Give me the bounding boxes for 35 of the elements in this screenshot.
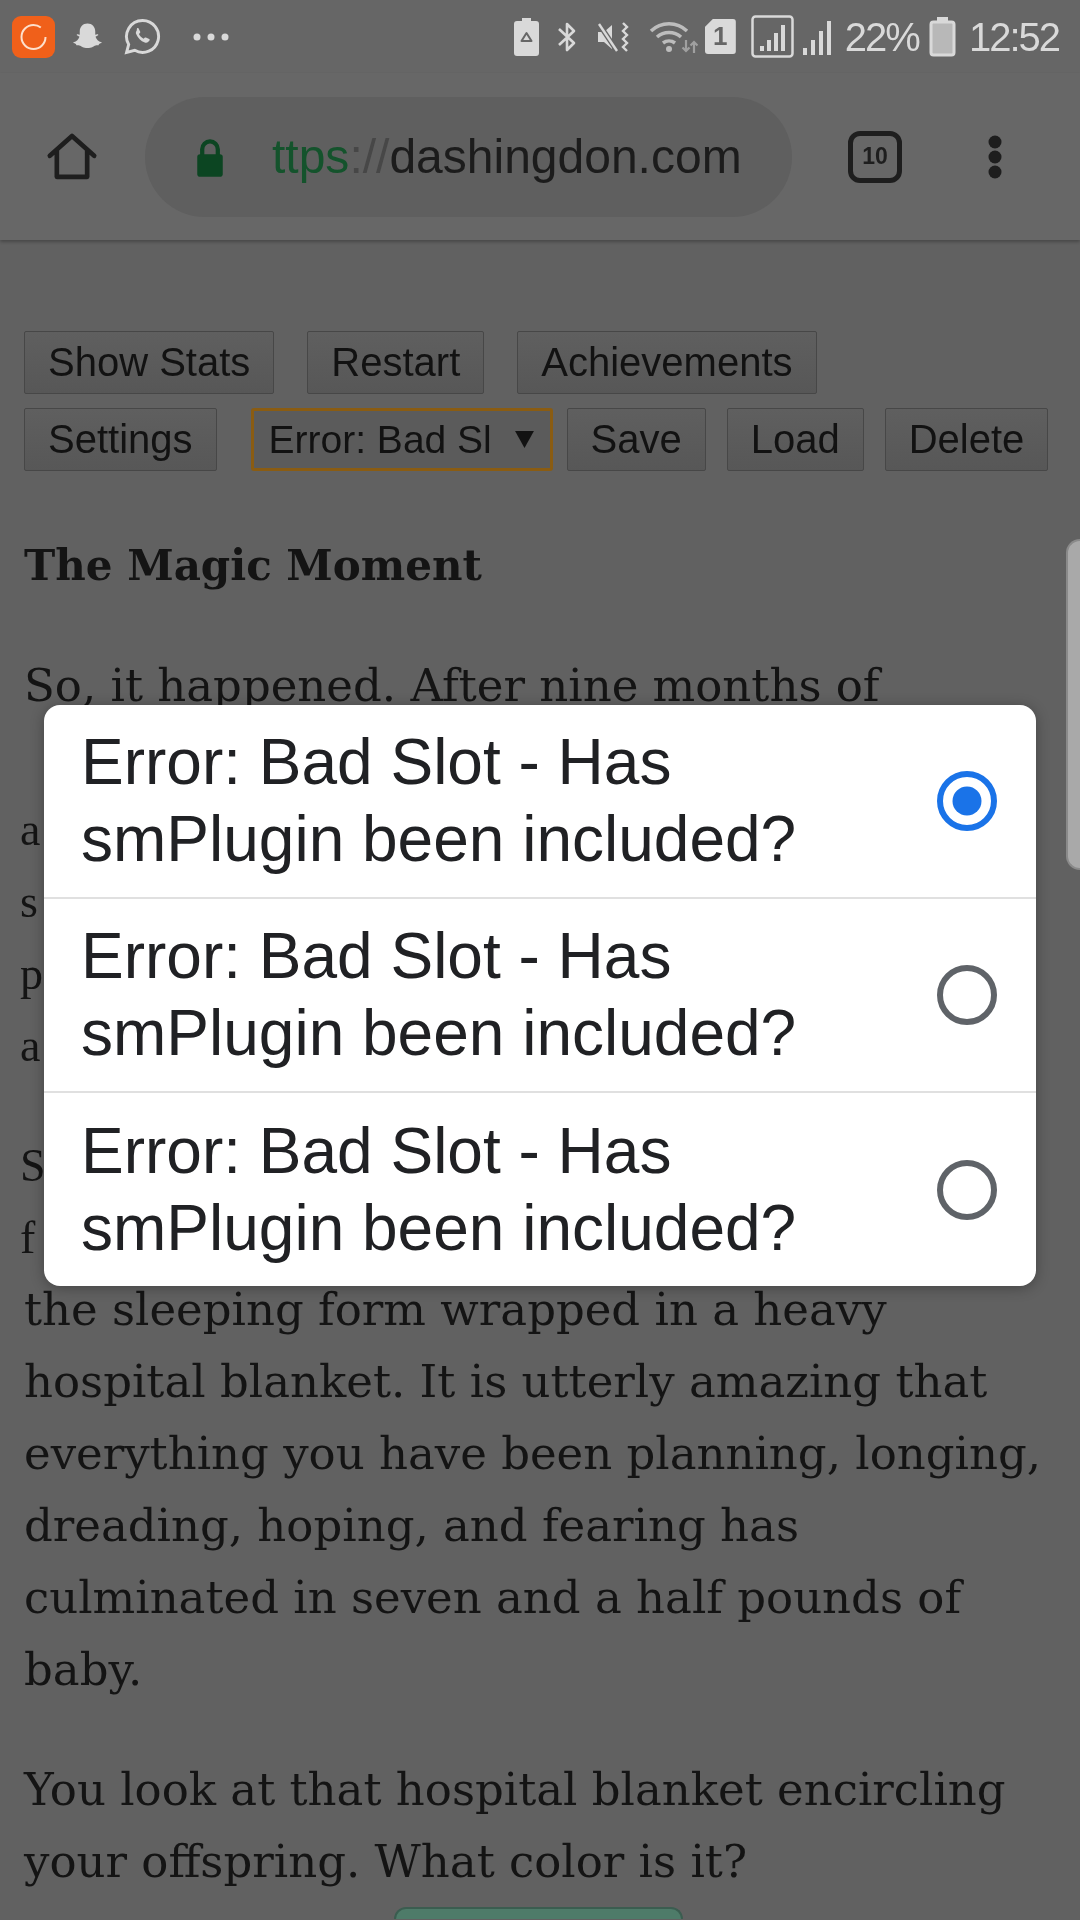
text-fragment: a	[20, 1019, 41, 1073]
text-fragment: s	[20, 875, 38, 929]
signal-icon	[750, 15, 794, 58]
battery-saver-icon	[513, 17, 539, 56]
battery-percent: 22%	[844, 13, 919, 60]
game-button[interactable]: Save	[566, 408, 706, 471]
story-title: The Magic Moment	[24, 540, 482, 592]
game-button[interactable]: Achievements	[517, 331, 817, 394]
radio-icon[interactable]	[937, 1159, 997, 1220]
menu-icon[interactable]	[988, 134, 1002, 179]
caret-icon	[514, 431, 534, 448]
story-text: You look at that hospital blanket encircling your offspring. What color is it?	[24, 1762, 1006, 1890]
slot-option[interactable]: Error: Bad Slot - Has smPlugin been included?	[44, 705, 1036, 899]
sim-slot-badge: 1	[704, 19, 736, 54]
more-icon	[193, 32, 229, 41]
app-icon	[12, 15, 55, 58]
game-button[interactable]: Show Stats	[24, 331, 275, 394]
phone-bubble-icon	[123, 17, 162, 56]
game-button[interactable]: Delete	[884, 408, 1049, 471]
text-fragment: a	[20, 803, 41, 857]
tab-switcher-button[interactable]: 10	[848, 130, 902, 183]
game-button[interactable]: Load	[726, 408, 864, 471]
clock: 12:52	[968, 13, 1059, 60]
game-button[interactable]: Restart	[307, 331, 485, 394]
battery-icon	[928, 16, 956, 57]
save-slot-dropdown[interactable]: Error: Bad Sl	[250, 408, 553, 471]
text-fragment: p	[20, 947, 43, 1001]
text-fragment: S	[20, 1139, 46, 1193]
slot-option[interactable]: Error: Bad Slot - Has smPlugin been included?	[44, 899, 1036, 1093]
radio-icon[interactable]	[937, 965, 997, 1025]
game-button[interactable]: Settings	[24, 408, 217, 471]
address-bar[interactable]: ttps://dashingdon.com	[145, 96, 792, 217]
text-fragment: f	[20, 1211, 36, 1265]
radio-icon[interactable]	[937, 771, 997, 831]
scroll-thumb[interactable]	[1066, 539, 1080, 870]
